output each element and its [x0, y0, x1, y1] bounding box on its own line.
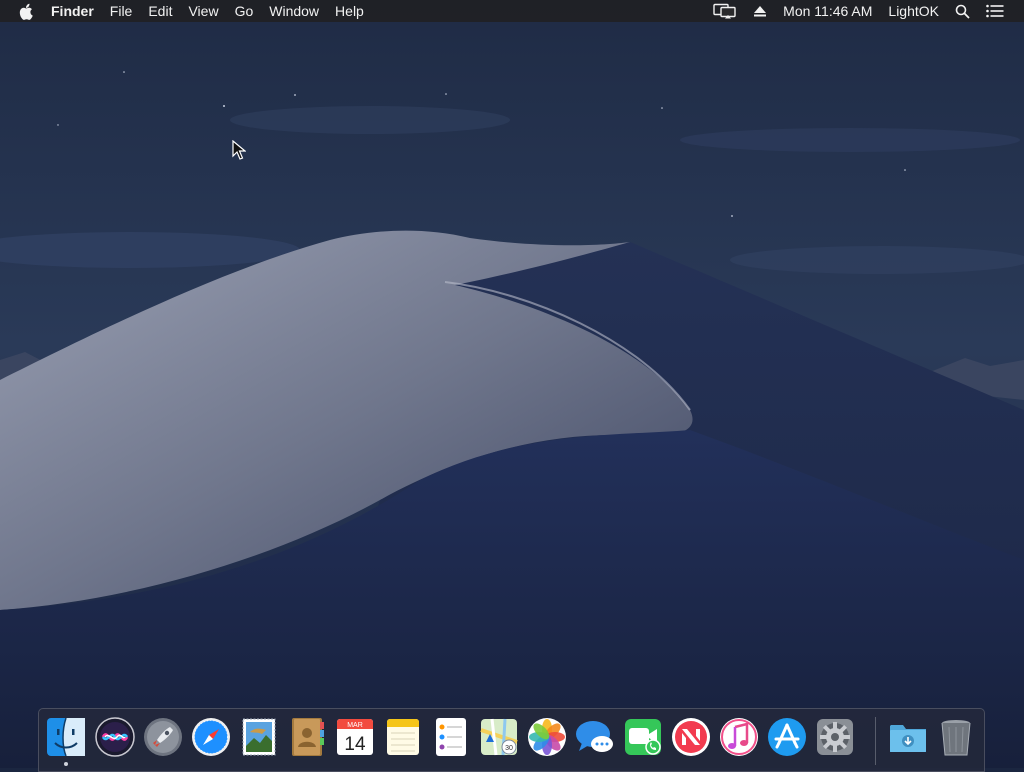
dock-item-finder[interactable]	[45, 716, 87, 758]
dock-item-notes[interactable]	[382, 716, 424, 758]
dock-item-launchpad[interactable]	[142, 716, 184, 758]
menu-window[interactable]: Window	[261, 0, 327, 22]
photos-flower-icon	[528, 718, 566, 756]
siri-icon	[95, 717, 135, 757]
menubar-user[interactable]: LightOK	[880, 0, 947, 22]
menu-go[interactable]: Go	[227, 0, 262, 22]
reminders-icon	[436, 718, 466, 756]
calendar-icon: MAR 14	[337, 719, 373, 755]
safari-compass-icon	[192, 718, 230, 756]
dock-item-facetime[interactable]	[622, 716, 664, 758]
facetime-camera-icon	[625, 719, 661, 755]
launchpad-rocket-icon	[144, 718, 182, 756]
app-menu-finder[interactable]: Finder	[43, 0, 102, 22]
desktop-wallpaper[interactable]	[0, 0, 1024, 768]
dock-item-photos[interactable]	[526, 716, 568, 758]
running-indicator	[64, 762, 68, 766]
dock-item-messages[interactable]	[574, 716, 616, 758]
menu-help[interactable]: Help	[327, 0, 372, 22]
gear-icon	[817, 719, 853, 755]
itunes-note-icon	[720, 718, 758, 756]
mouse-pointer-icon	[232, 139, 247, 165]
contacts-book-icon	[292, 718, 324, 756]
mail-stamp-icon	[242, 718, 276, 756]
calendar-month: MAR	[347, 722, 363, 729]
spotlight-search-icon[interactable]	[947, 0, 978, 22]
dock-item-safari[interactable]	[190, 716, 232, 758]
dock-item-app-store[interactable]	[766, 716, 808, 758]
news-icon	[672, 718, 710, 756]
maps-badge: 30	[505, 745, 513, 752]
downloads-folder-icon	[890, 725, 926, 752]
dock-item-calendar[interactable]: MAR 14	[334, 716, 376, 758]
dock-item-itunes[interactable]	[718, 716, 760, 758]
airplay-display-icon[interactable]	[705, 0, 745, 22]
dock: MAR 14 30	[38, 708, 985, 772]
menu-bar: Finder File Edit View Go Window Help Mon…	[0, 0, 1024, 22]
notification-center-icon[interactable]	[978, 0, 1012, 22]
notes-icon	[387, 719, 419, 755]
finder-icon	[47, 717, 85, 757]
menu-edit[interactable]: Edit	[140, 0, 180, 22]
dock-separator	[875, 717, 876, 765]
eject-icon[interactable]	[745, 0, 775, 22]
dock-item-contacts[interactable]	[286, 716, 328, 758]
app-store-icon	[768, 718, 806, 756]
dock-item-trash[interactable]	[935, 716, 977, 758]
menubar-clock[interactable]: Mon 11:46 AM	[775, 0, 880, 22]
dock-item-maps[interactable]: 30	[478, 716, 520, 758]
trash-icon	[941, 720, 971, 756]
dock-item-reminders[interactable]	[430, 716, 472, 758]
apple-logo-icon[interactable]	[18, 0, 43, 22]
maps-icon: 30	[480, 718, 518, 756]
dock-item-downloads[interactable]	[887, 716, 929, 758]
calendar-day: 14	[344, 734, 366, 755]
dock-item-siri[interactable]	[94, 716, 136, 758]
menu-view[interactable]: View	[180, 0, 226, 22]
menu-file[interactable]: File	[102, 0, 141, 22]
dock-item-news[interactable]	[670, 716, 712, 758]
messages-bubble-icon	[576, 721, 613, 752]
dock-item-system-preferences[interactable]	[814, 716, 856, 758]
dock-item-mail[interactable]	[238, 716, 280, 758]
